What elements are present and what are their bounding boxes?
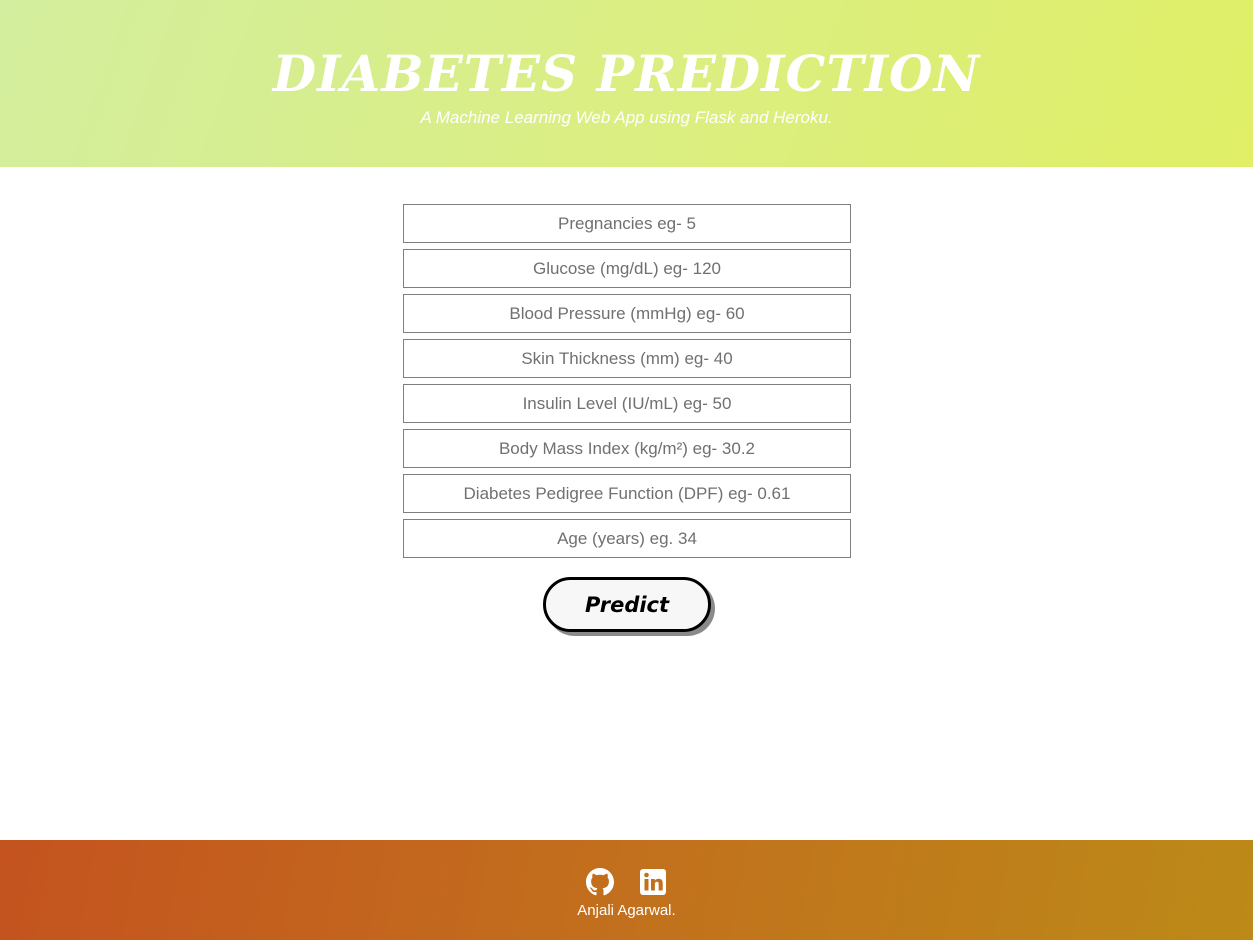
insulin-input[interactable] [403, 384, 851, 423]
age-input[interactable] [403, 519, 851, 558]
author-name: Anjali Agarwal. [577, 902, 676, 919]
pregnancies-input[interactable] [403, 204, 851, 243]
github-icon[interactable] [586, 868, 615, 896]
footer: Anjali Agarwal. [0, 840, 1253, 940]
footer-social-links [0, 868, 1253, 896]
glucose-input[interactable] [403, 249, 851, 288]
predict-button[interactable]: Predict [543, 577, 711, 632]
linkedin-icon[interactable] [639, 868, 667, 896]
bmi-input[interactable] [403, 429, 851, 468]
page: DIABETES PREDICTION A Machine Learning W… [0, 0, 1253, 940]
blood-pressure-input[interactable] [403, 294, 851, 333]
prediction-form [403, 204, 851, 564]
skin-thickness-input[interactable] [403, 339, 851, 378]
page-subtitle: A Machine Learning Web App using Flask a… [420, 108, 833, 127]
dpf-input[interactable] [403, 474, 851, 513]
page-title: DIABETES PREDICTION [272, 44, 981, 103]
header-banner: DIABETES PREDICTION A Machine Learning W… [0, 0, 1253, 167]
